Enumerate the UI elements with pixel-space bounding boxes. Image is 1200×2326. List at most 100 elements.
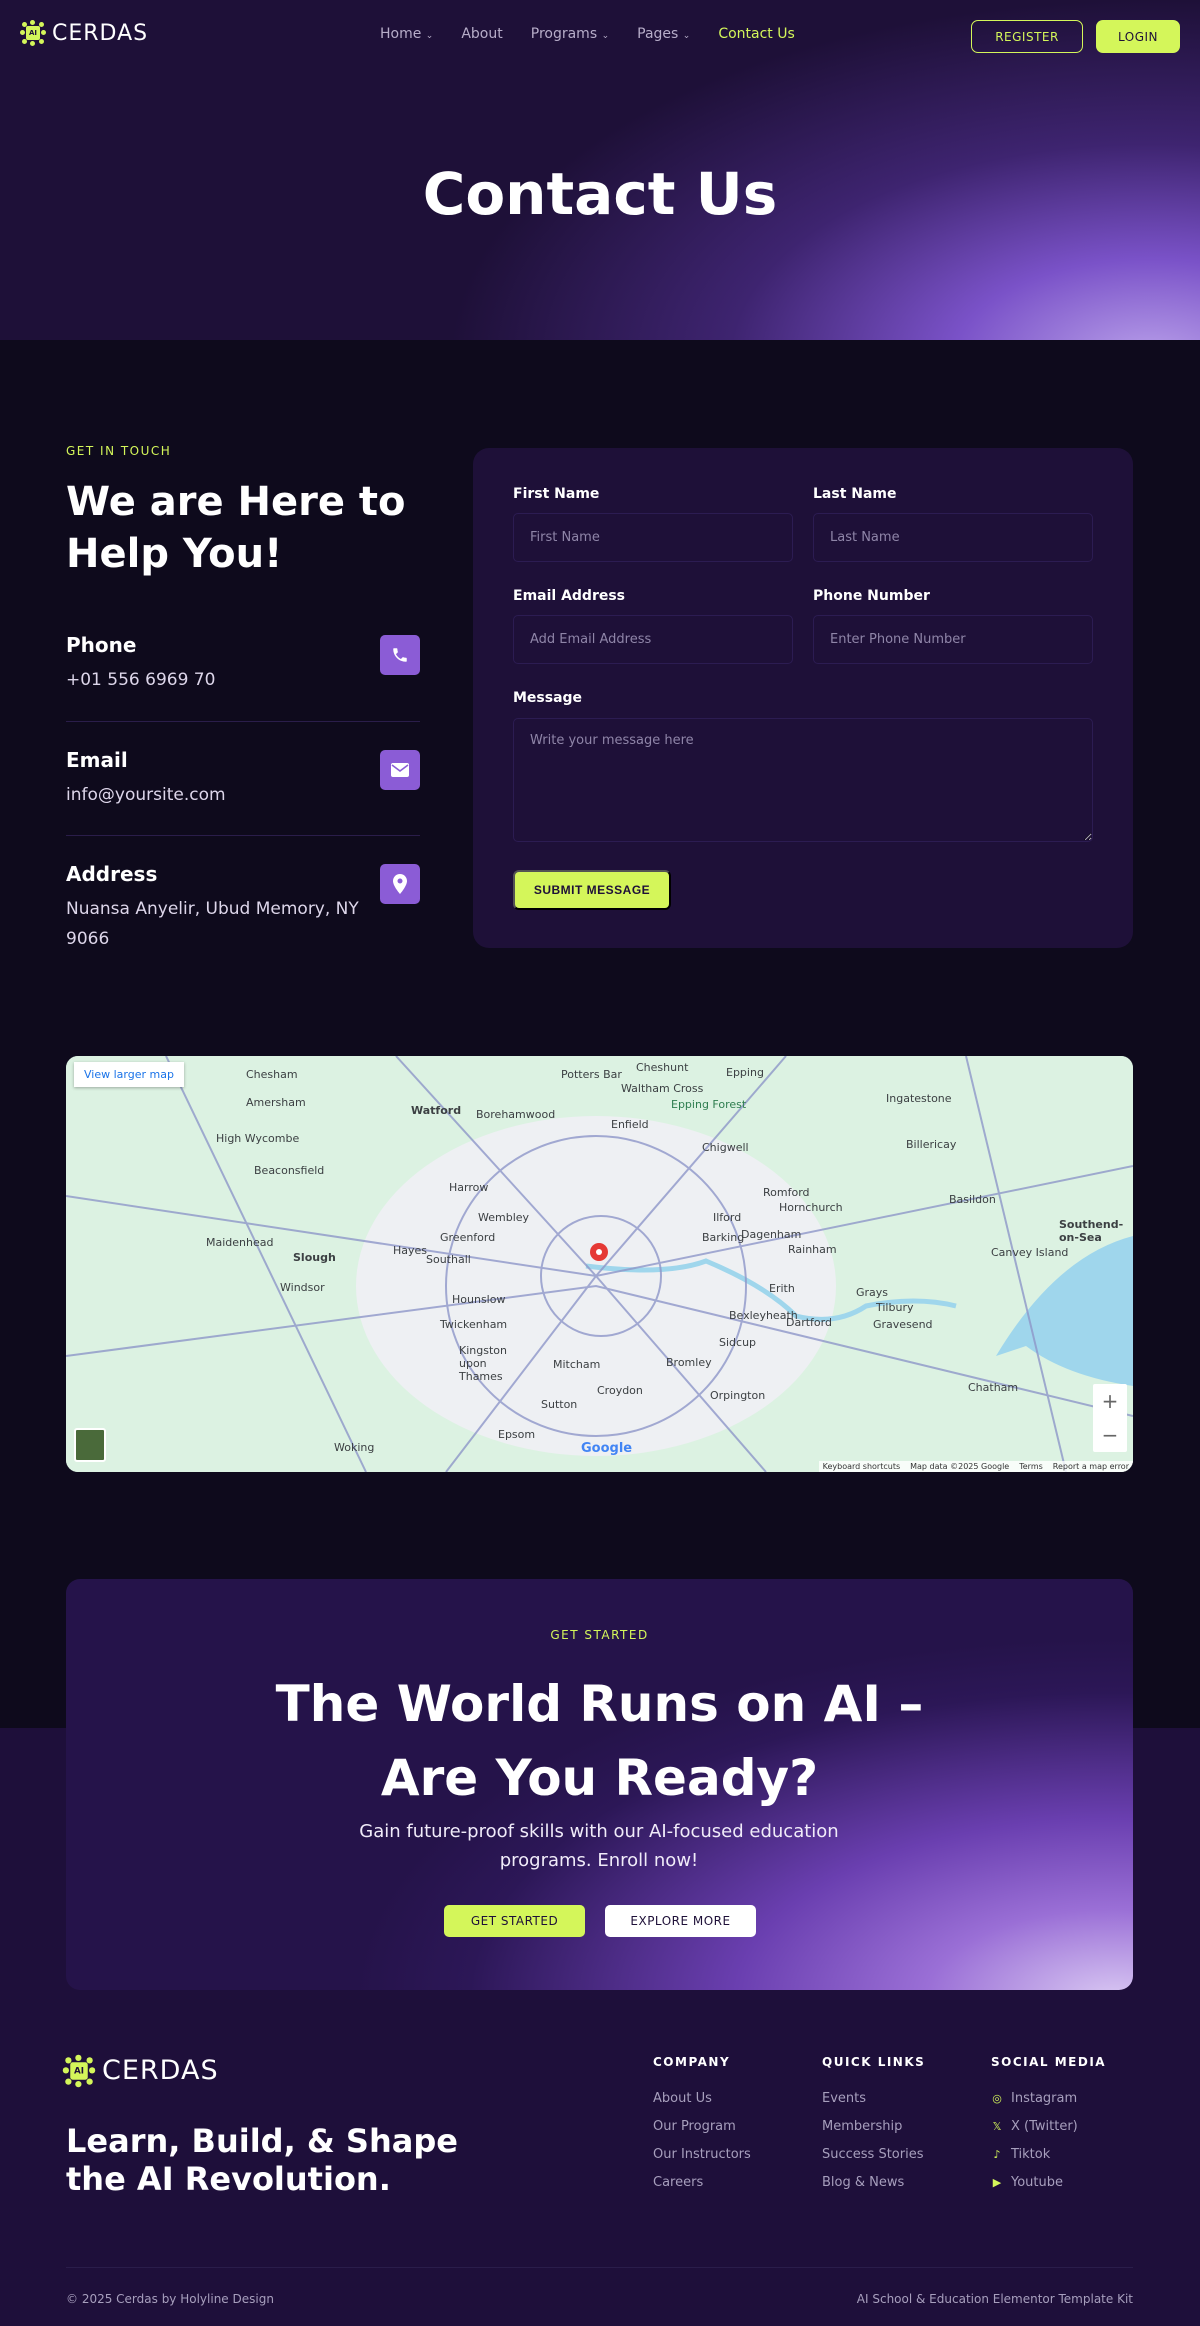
terms-link[interactable]: Terms: [1019, 1462, 1043, 1471]
logo-icon: AI: [20, 20, 46, 46]
brand-name: CERDAS: [102, 2055, 219, 2086]
map-label: Orpington: [710, 1389, 766, 1402]
map-label: Amersham: [246, 1096, 306, 1109]
map-label: Southend-on-Sea: [1059, 1218, 1124, 1244]
nav-programs[interactable]: Programs ⌄: [531, 26, 609, 42]
youtube-icon: ▶: [992, 2176, 1002, 2189]
last-name-input[interactable]: [813, 513, 1093, 562]
zoom-in-button[interactable]: +: [1093, 1384, 1127, 1418]
footer-column-company: COMPANY About Us Our Program Our Instruc…: [653, 2055, 751, 2190]
footer-link[interactable]: Our Instructors: [653, 2147, 751, 2162]
map-label: Canvey Island: [991, 1246, 1069, 1259]
footer-link[interactable]: Careers: [653, 2175, 751, 2190]
chevron-down-icon: ⌄: [601, 31, 610, 41]
map-label: Greenford: [440, 1231, 496, 1244]
map-label: Basildon: [949, 1193, 996, 1206]
map-label: Beaconsfield: [254, 1164, 325, 1177]
map-label: Rainham: [788, 1243, 837, 1256]
login-button[interactable]: LOGIN: [1096, 20, 1180, 53]
map-attribution: Keyboard shortcuts Map data ©2025 Google T…: [818, 1461, 1133, 1472]
email-input[interactable]: [513, 615, 793, 664]
nav-pages[interactable]: Pages ⌄: [637, 26, 690, 42]
map-pin-icon: [380, 864, 420, 904]
footer-link[interactable]: Blog & News: [822, 2175, 925, 2190]
divider: [66, 721, 420, 722]
map-label: Windsor: [280, 1281, 325, 1294]
map-label: Mitcham: [553, 1358, 601, 1371]
envelope-icon: [380, 750, 420, 790]
map-roads: [66, 1056, 1133, 1472]
footer-link[interactable]: About Us: [653, 2091, 751, 2106]
footer-link[interactable]: Membership: [822, 2119, 925, 2134]
satellite-toggle[interactable]: [74, 1428, 106, 1462]
map-label: Cheshunt: [636, 1061, 689, 1074]
column-title: SOCIAL MEDIA: [991, 2055, 1107, 2069]
footer-column-quick-links: QUICK LINKS Events Membership Success St…: [822, 2055, 925, 2190]
map-label: Billericay: [906, 1138, 957, 1151]
social-youtube[interactable]: ▶ Youtube: [991, 2175, 1106, 2190]
map-label: Dartford: [786, 1316, 832, 1329]
contact-form: First Name Last Name Email Address Phone…: [473, 448, 1133, 948]
nav-home[interactable]: Home ⌄: [380, 26, 433, 42]
nav-contact[interactable]: Contact Us: [718, 26, 794, 42]
section-eyebrow: GET IN TOUCH: [66, 444, 172, 458]
chevron-down-icon: ⌄: [425, 31, 434, 41]
cta-banner: GET STARTED The World Runs on AI – Are Yo…: [66, 1579, 1133, 1990]
footer-tagline: Learn, Build, & Shape the AI Revolution.: [66, 2122, 458, 2198]
map-label: Tilbury: [876, 1301, 914, 1314]
social-x[interactable]: 𝕏X (Twitter): [991, 2119, 1106, 2134]
map-label: Waltham Cross: [621, 1082, 704, 1095]
map-embed[interactable]: Chesham Amersham Watford Borehamwood Pot…: [66, 1056, 1133, 1472]
phone-input[interactable]: [813, 615, 1093, 664]
nav-about[interactable]: About: [461, 26, 502, 42]
logo[interactable]: AI CERDAS: [20, 20, 148, 46]
footer-link[interactable]: Our Program: [653, 2119, 751, 2134]
map-label: Potters Bar: [561, 1068, 622, 1081]
map-label: Watford: [411, 1104, 462, 1117]
map-label: Woking: [334, 1441, 375, 1454]
column-title: COMPANY: [653, 2055, 731, 2069]
tiktok-icon: ♪: [993, 2148, 1001, 2161]
cta-title: The World Runs on AI – Are You Ready?: [275, 1675, 924, 1807]
x-icon: 𝕏: [992, 2120, 1002, 2133]
phone-value[interactable]: +01 556 6969 70: [66, 665, 420, 695]
cta-subtitle: Gain future-proof skills with our AI-foc…: [359, 1821, 839, 1871]
social-instagram[interactable]: ◎ Instagram: [991, 2091, 1106, 2106]
map-label: Sidcup: [719, 1336, 757, 1349]
email-label: Email Address: [513, 588, 626, 604]
map-label: Gravesend: [873, 1318, 933, 1331]
report-error-link[interactable]: Report a map error: [1053, 1462, 1129, 1471]
view-larger-map-link[interactable]: View larger map: [74, 1062, 184, 1087]
social-tiktok[interactable]: ♪ Tiktok: [991, 2147, 1106, 2162]
zoom-out-button[interactable]: −: [1093, 1418, 1127, 1452]
map-label: Grays: [856, 1286, 889, 1299]
map-label: Chatham: [968, 1381, 1019, 1394]
message-textarea[interactable]: [513, 718, 1093, 842]
contact-item-address: Address Nuansa Anyelir, Ubud Memory, NY …: [66, 862, 420, 954]
explore-more-button[interactable]: EXPLORE MORE: [605, 1905, 756, 1937]
contact-heading: We are Here to Help You!: [66, 479, 406, 577]
footer-link[interactable]: Success Stories: [822, 2147, 925, 2162]
register-button[interactable]: REGISTER: [971, 20, 1083, 53]
map-label: Romford: [763, 1186, 810, 1199]
map-label: Dagenham: [741, 1228, 802, 1241]
map-label: Kingston upon Thames: [459, 1344, 507, 1383]
last-name-label: Last Name: [813, 486, 897, 502]
first-name-input[interactable]: [513, 513, 793, 562]
contact-item-title: Phone: [66, 633, 137, 657]
submit-message-button[interactable]: SUBMIT MESSAGE: [513, 870, 671, 910]
map-label: Ilford: [713, 1211, 742, 1224]
footer-divider: [66, 2267, 1133, 2268]
address-value: Nuansa Anyelir, Ubud Memory, NY 9066: [66, 899, 359, 949]
map-label: Sutton: [541, 1398, 578, 1411]
nav-links: Home ⌄ About Programs ⌄ Pages ⌄ Contact …: [380, 26, 795, 42]
get-started-button[interactable]: GET STARTED: [444, 1905, 585, 1937]
map-data-text: Map data ©2025 Google: [910, 1462, 1010, 1471]
map-label: Hounslow: [452, 1293, 506, 1306]
map-label: Maidenhead: [206, 1236, 274, 1249]
footer-logo[interactable]: AI CERDAS: [62, 2054, 219, 2087]
email-value[interactable]: info@yoursite.com: [66, 780, 420, 810]
cta-eyebrow: GET STARTED: [550, 1628, 649, 1642]
footer-link[interactable]: Events: [822, 2091, 925, 2106]
keyboard-shortcuts-link[interactable]: Keyboard shortcuts: [823, 1462, 900, 1471]
